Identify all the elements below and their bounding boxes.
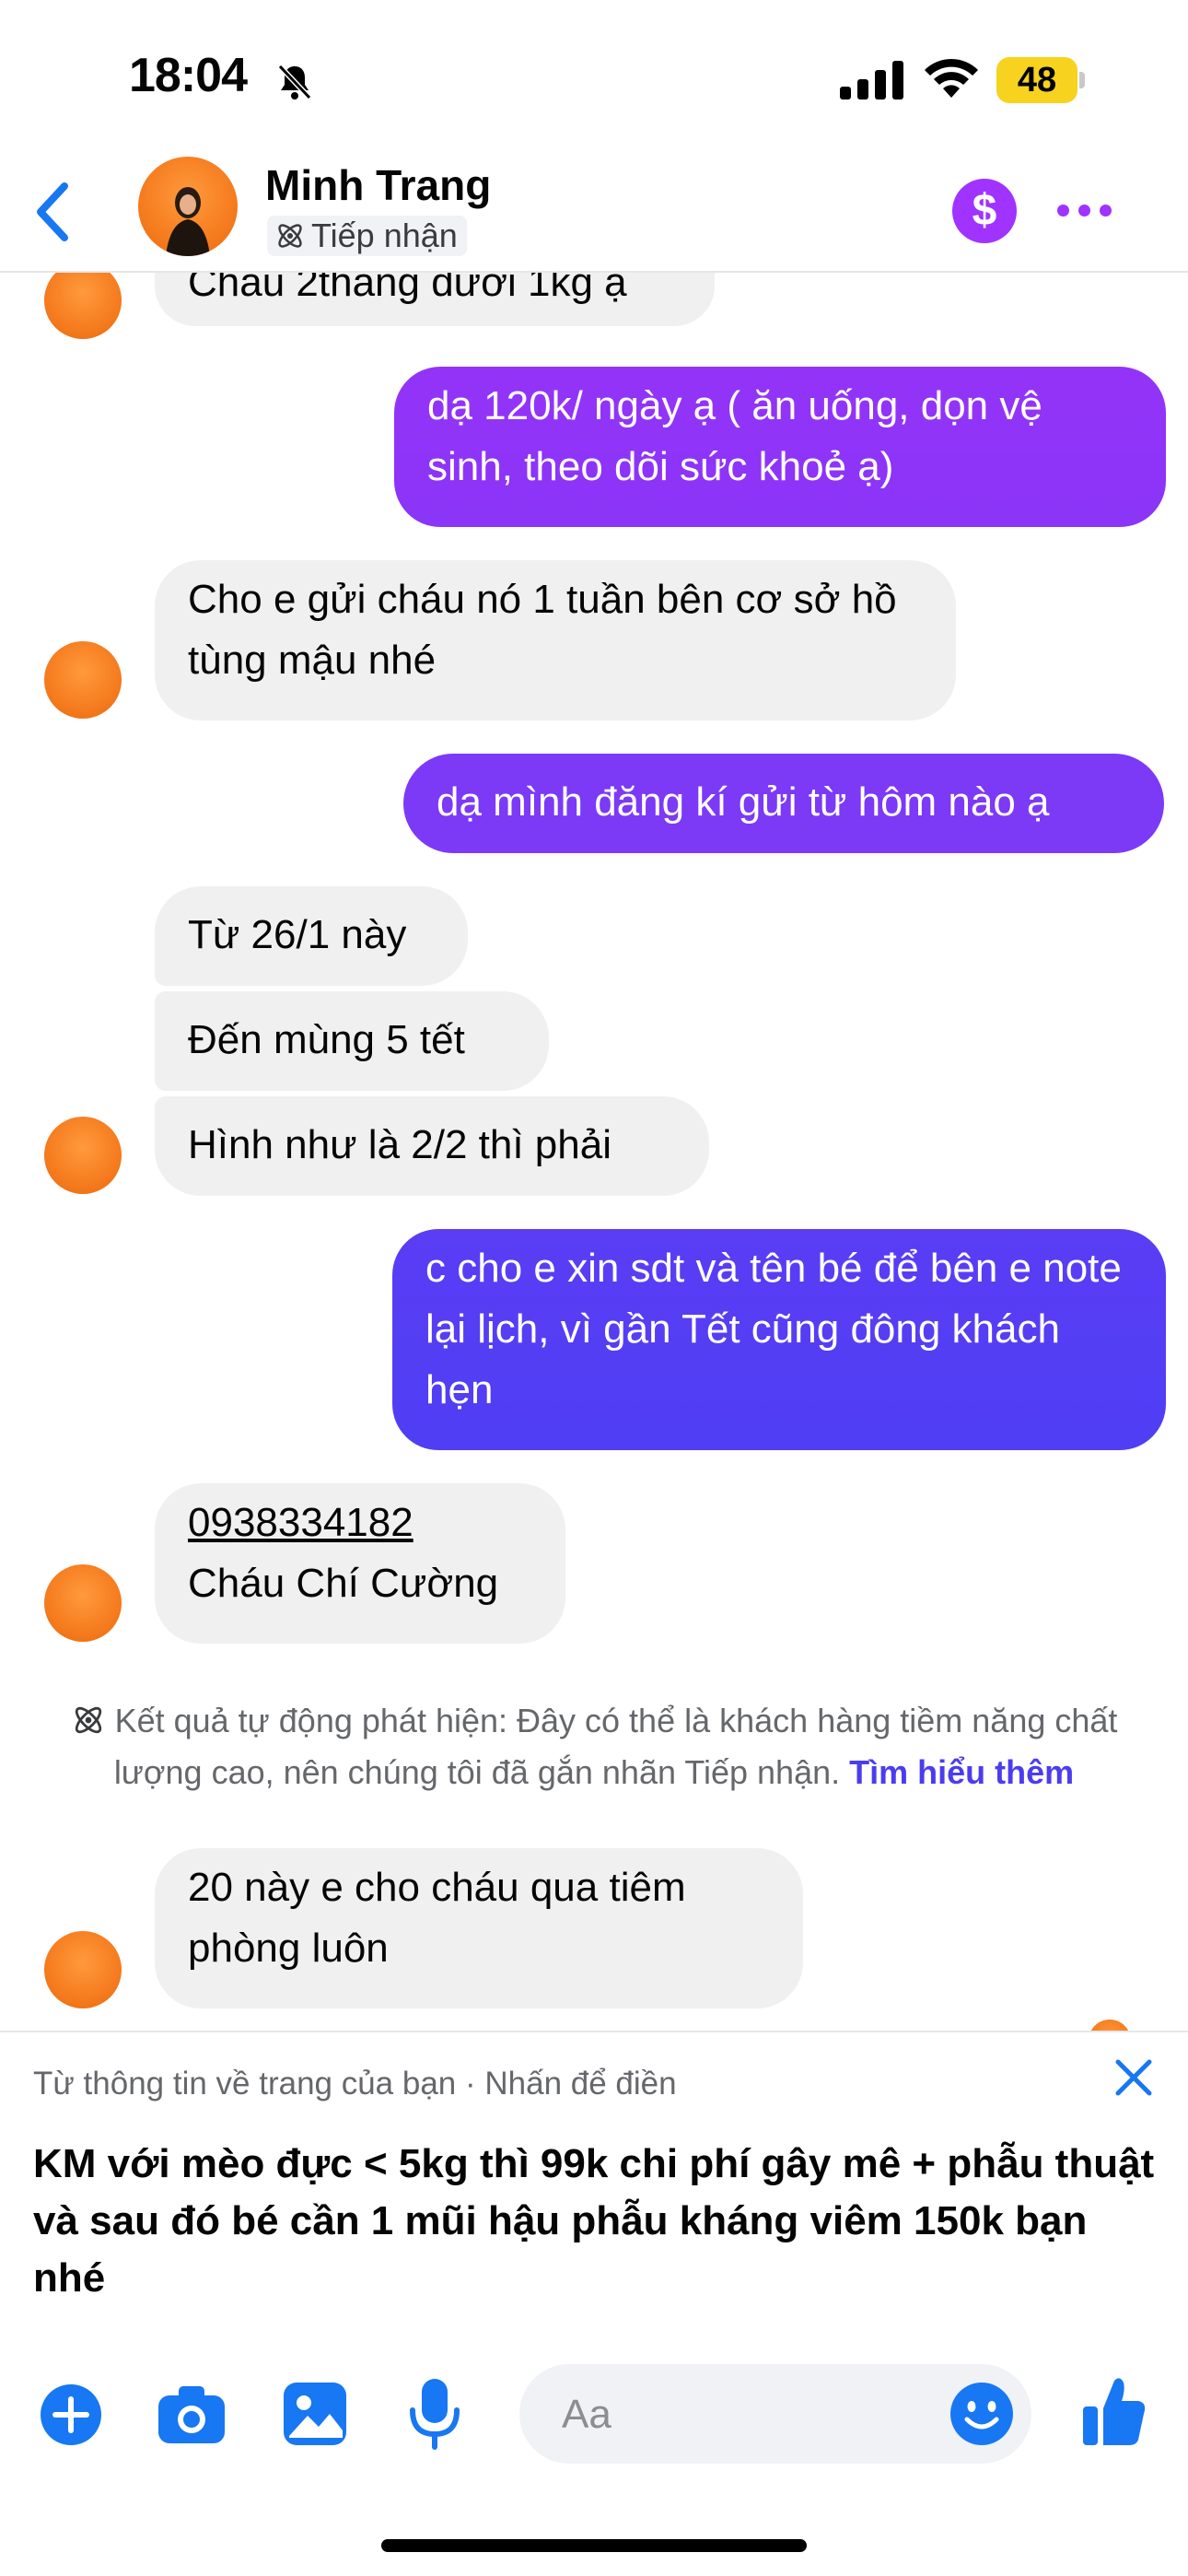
thumbs-up-icon[interactable]: [1081, 2375, 1147, 2447]
message-input-placeholder: Aa: [562, 2392, 611, 2437]
emoji-icon[interactable]: [949, 2381, 1015, 2447]
battery-nub: [1079, 72, 1085, 88]
payment-dollar-icon[interactable]: $: [952, 179, 1017, 243]
close-icon[interactable]: [1111, 2055, 1157, 2101]
plus-circle-icon[interactable]: [39, 2383, 103, 2447]
outgoing-message[interactable]: c cho e xin sdt và tên bé để bên e note …: [392, 1229, 1166, 1450]
lead-tag[interactable]: Tiếp nhận: [267, 216, 467, 256]
sender-avatar: [44, 641, 122, 719]
more-options-icon[interactable]: [1057, 205, 1112, 217]
incoming-message[interactable]: 0938334182 Cháu Chí Cường: [155, 1483, 565, 1644]
home-indicator[interactable]: [381, 2539, 807, 2552]
sender-avatar: [44, 1117, 122, 1194]
status-bar: 18:04 48: [0, 0, 1188, 157]
incoming-message[interactable]: Cho e gửi cháu nó 1 tuần bên cơ sở hồ tù…: [155, 560, 956, 720]
incoming-message[interactable]: Cháu 2tháng dưới 1kg ạ: [155, 271, 715, 326]
contact-name[interactable]: Minh Trang: [265, 160, 491, 210]
suggestion-caption: Từ thông tin về trang của bạn · Nhấn để …: [33, 2066, 677, 2102]
sender-avatar: [44, 1564, 122, 1642]
cellular-signal-icon: [840, 61, 903, 100]
conversation-header: Minh Trang Tiếp nhận $: [0, 157, 1188, 273]
microphone-icon[interactable]: [405, 2377, 464, 2451]
sender-avatar: [44, 271, 122, 339]
person-silhouette-icon: [166, 187, 210, 256]
bell-muted-icon: [277, 64, 312, 100]
message-line: Cháu Chí Cường: [188, 1561, 499, 1606]
sender-avatar: [44, 1931, 122, 2008]
status-time: 18:04: [129, 49, 248, 102]
incoming-message[interactable]: Đến mùng 5 tết: [155, 991, 549, 1091]
atom-icon: [75, 1706, 101, 1734]
lead-tag-label: Tiếp nhận: [311, 217, 458, 254]
message-thread[interactable]: Cháu 2tháng dưới 1kg ạ dạ 120k/ ngày ạ (…: [0, 271, 1188, 2031]
phone-number-link[interactable]: 0938334182: [188, 1493, 532, 1553]
wifi-icon: [925, 58, 978, 98]
back-chevron-icon[interactable]: [33, 179, 74, 245]
atom-icon: [278, 224, 302, 248]
learn-more-link[interactable]: Tìm hiểu thêm: [849, 1753, 1074, 1791]
outgoing-message[interactable]: dạ mình đăng kí gửi từ hôm nào ạ: [403, 754, 1164, 853]
incoming-message[interactable]: 20 này e cho cháu qua tiêm phòng luôn: [155, 1848, 803, 2008]
suggested-reply-panel[interactable]: Từ thông tin về trang của bạn · Nhấn để …: [0, 2031, 1188, 2340]
camera-icon[interactable]: [157, 2383, 227, 2447]
seen-avatar: [1089, 2020, 1131, 2031]
message-composer: Aa: [0, 2340, 1188, 2488]
photo-gallery-icon[interactable]: [282, 2381, 348, 2447]
suggested-reply-text[interactable]: KM với mèo đực < 5kg thì 99k chi phí gây…: [33, 2136, 1157, 2307]
incoming-message[interactable]: Hình như là 2/2 thì phải: [155, 1096, 709, 1196]
auto-detection-notice: Kết quả tự động phát hiện: Đây có thể là…: [37, 1695, 1151, 1798]
contact-avatar[interactable]: [138, 157, 238, 256]
battery-level: 48: [996, 57, 1077, 103]
outgoing-message[interactable]: dạ 120k/ ngày ạ ( ăn uống, dọn vệ sinh, …: [394, 367, 1166, 527]
incoming-message[interactable]: Từ 26/1 này: [155, 886, 468, 986]
